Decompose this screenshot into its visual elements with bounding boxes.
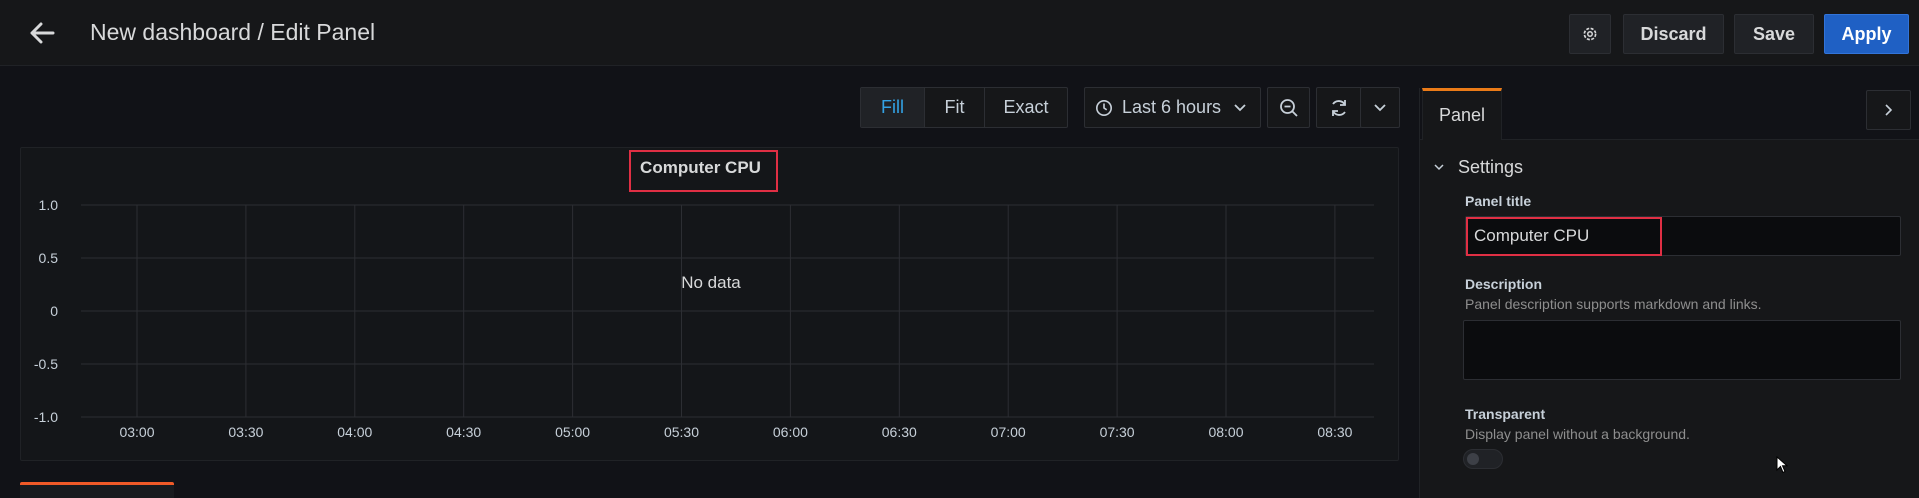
zoom-out-icon	[1279, 98, 1298, 117]
x-tick-label: 06:00	[773, 424, 808, 440]
settings-section-toggle[interactable]: Settings	[1434, 157, 1523, 178]
chevron-down-icon	[1374, 103, 1386, 111]
description-label: Description	[1465, 276, 1543, 292]
panel-title-label: Panel title	[1465, 193, 1532, 209]
x-tick-label: 08:30	[1317, 424, 1352, 440]
clock-icon	[1095, 99, 1113, 116]
options-pane: Panel Settings Panel title Computer CPU …	[1419, 88, 1919, 498]
refresh-button[interactable]	[1316, 87, 1362, 128]
settings-section-label: Settings	[1458, 157, 1524, 177]
graph-plot: 1.0 0.5 0 -0.5 -1.0 03:00 03:30 04:00 04:30 05:00…	[34, 197, 1374, 440]
transparent-help: Display panel without a background.	[1465, 426, 1690, 442]
x-tick-label: 04:00	[337, 424, 372, 440]
refresh-icon	[1332, 99, 1346, 116]
chevron-down-icon	[1434, 164, 1444, 171]
display-mode-group: Fill Fit Exact	[860, 87, 1068, 128]
no-data-message: No data	[681, 273, 741, 292]
panel-settings-button[interactable]	[1569, 14, 1611, 54]
description-help: Panel description supports markdown and …	[1465, 296, 1762, 312]
query-tab[interactable]	[20, 482, 174, 498]
top-bar: New dashboard / Edit Panel Discard Save …	[0, 0, 1919, 66]
discard-button[interactable]: Discard	[1623, 14, 1724, 54]
transparent-label: Transparent	[1465, 406, 1546, 422]
save-button[interactable]: Save	[1734, 14, 1814, 54]
mode-exact-button[interactable]: Exact	[985, 88, 1067, 127]
x-tick-label: 04:30	[446, 424, 481, 440]
options-pane-header: Panel	[1420, 88, 1919, 140]
zoom-out-button[interactable]	[1267, 87, 1310, 128]
x-tick-label: 08:00	[1208, 424, 1243, 440]
back-button[interactable]	[22, 17, 62, 49]
apply-button[interactable]: Apply	[1824, 14, 1909, 54]
mode-fill-button[interactable]: Fill	[861, 88, 925, 127]
y-tick-label: 0.5	[39, 250, 59, 266]
chevron-down-icon	[1234, 103, 1246, 111]
transparent-toggle[interactable]	[1463, 449, 1503, 469]
mouse-cursor-icon	[1776, 456, 1788, 474]
mode-fit-button[interactable]: Fit	[925, 88, 985, 127]
x-tick-label: 06:30	[882, 424, 917, 440]
y-tick-label: 1.0	[39, 197, 59, 213]
y-tick-label: 0	[50, 303, 58, 319]
x-tick-label: 07:30	[1100, 424, 1135, 440]
x-tick-label: 05:00	[555, 424, 590, 440]
panel-title-input[interactable]: Computer CPU	[1465, 216, 1901, 256]
collapse-pane-button[interactable]	[1866, 90, 1911, 130]
description-textarea[interactable]	[1463, 320, 1901, 380]
time-range-picker[interactable]: Last 6 hours	[1084, 87, 1261, 128]
toggle-knob	[1467, 453, 1479, 465]
arrow-left-icon	[30, 22, 55, 44]
page-title: New dashboard / Edit Panel	[90, 19, 376, 45]
refresh-interval-dropdown[interactable]	[1360, 87, 1400, 128]
x-tick-label: 03:30	[228, 424, 263, 440]
gear-icon	[1583, 27, 1597, 41]
chevron-right-icon	[1884, 104, 1892, 116]
graph-panel: Computer CPU 1.0 0.5 0 -0.5 -1.0 03:00 03:30 04…	[20, 147, 1399, 461]
x-tick-label: 07:00	[991, 424, 1026, 440]
y-tick-label: -0.5	[34, 356, 58, 372]
time-range-label: Last 6 hours	[1122, 97, 1222, 117]
x-tick-label: 03:00	[119, 424, 154, 440]
y-tick-label: -1.0	[34, 409, 58, 425]
x-tick-label: 05:30	[664, 424, 699, 440]
tab-panel[interactable]: Panel	[1422, 88, 1502, 140]
